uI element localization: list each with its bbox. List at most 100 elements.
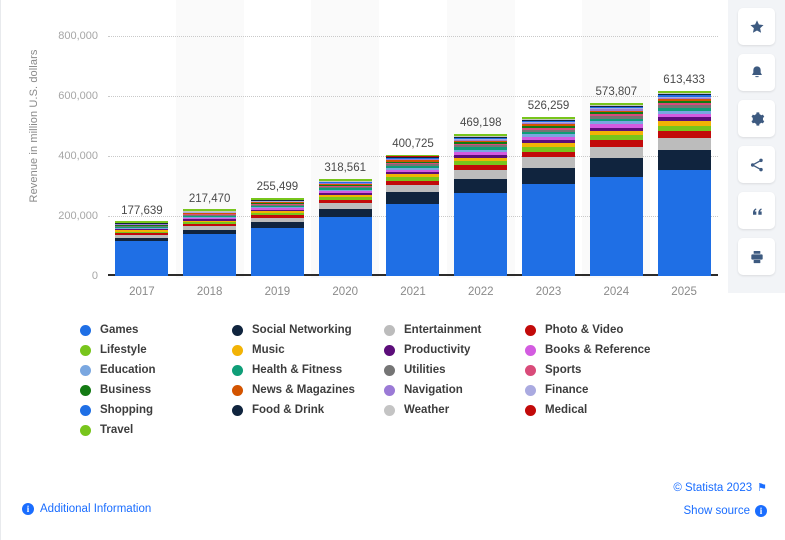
notify-button[interactable] [738, 54, 775, 91]
bar-segment[interactable] [657, 103, 711, 106]
bar-segment[interactable] [250, 211, 304, 213]
bar-segment[interactable] [589, 110, 643, 113]
legend-item[interactable]: Shopping [80, 400, 156, 420]
bar-segment[interactable] [589, 127, 643, 132]
bar-segment[interactable] [115, 241, 169, 276]
bar-segment[interactable] [454, 143, 508, 146]
bar-segment[interactable] [454, 157, 508, 161]
bar-segment[interactable] [183, 209, 237, 211]
bar-segment[interactable] [250, 217, 304, 222]
bar-segment[interactable] [522, 143, 576, 148]
bar-segment[interactable] [250, 209, 304, 212]
bar-segment[interactable] [250, 221, 304, 228]
bar-segment[interactable] [522, 139, 576, 144]
bar-segment[interactable] [454, 179, 508, 194]
bar-segment[interactable] [386, 177, 440, 181]
legend-item[interactable]: Entertainment [384, 320, 481, 340]
bar-segment[interactable] [522, 167, 576, 184]
bar-segment[interactable] [657, 117, 711, 122]
bar-segment[interactable] [386, 174, 440, 178]
bar-group[interactable]: 255,499 2019 [244, 36, 312, 298]
share-button[interactable] [738, 146, 775, 183]
bar-segment[interactable] [386, 164, 440, 166]
bar-segment[interactable] [522, 151, 576, 158]
legend-item[interactable]: News & Magazines [232, 380, 355, 400]
bar-segment[interactable] [318, 191, 372, 193]
legend-item[interactable]: Books & Reference [525, 340, 650, 360]
legend-item[interactable]: Productivity [384, 340, 481, 360]
legend-item[interactable]: Lifestyle [80, 340, 156, 360]
bar-segment[interactable] [250, 212, 304, 216]
bar-segment[interactable] [522, 136, 576, 140]
legend-item[interactable]: Navigation [384, 380, 481, 400]
bar-segment[interactable] [522, 147, 576, 152]
bar-group[interactable]: 526,259 2023 [515, 36, 583, 298]
cite-button[interactable] [738, 192, 775, 229]
bar-segment[interactable] [454, 165, 508, 171]
bar-group[interactable]: 318,561 2020 [311, 36, 379, 298]
bar-segment[interactable] [386, 154, 440, 157]
legend-item[interactable]: Photo & Video [525, 320, 650, 340]
bar-segment[interactable] [454, 160, 508, 166]
bar-segment[interactable] [454, 145, 508, 148]
bar-segment[interactable] [386, 184, 440, 193]
bar-segment[interactable] [657, 91, 711, 93]
bar-segment[interactable] [657, 114, 711, 118]
bar-group[interactable]: 217,470 2018 [176, 36, 244, 298]
legend-item[interactable]: Education [80, 360, 156, 380]
bar-segment[interactable] [589, 102, 643, 105]
bar-segment[interactable] [386, 169, 440, 172]
bar-segment[interactable] [454, 142, 508, 144]
bar-segment[interactable] [318, 188, 372, 190]
bar-segment[interactable] [318, 208, 372, 217]
bar-segment[interactable] [657, 99, 711, 102]
bar-segment[interactable] [250, 215, 304, 218]
bar-segment[interactable] [454, 170, 508, 180]
bar-segment[interactable] [386, 180, 440, 185]
bar-segment[interactable] [522, 157, 576, 168]
bar-segment[interactable] [454, 147, 508, 150]
legend-item[interactable]: Travel [80, 420, 156, 440]
bar-segment[interactable] [318, 197, 372, 200]
bar-segment[interactable] [522, 124, 576, 126]
bar-segment[interactable] [657, 121, 711, 126]
print-button[interactable] [738, 238, 775, 275]
bar-segment[interactable] [183, 223, 237, 226]
bar-segment[interactable] [589, 118, 643, 122]
bar-segment[interactable] [657, 137, 711, 151]
bar-segment[interactable] [522, 131, 576, 135]
legend-item[interactable]: Medical [525, 400, 650, 420]
bar-segment[interactable] [589, 114, 643, 117]
bar-segment[interactable] [318, 193, 372, 196]
bar-segment[interactable] [386, 162, 440, 165]
bar-segment[interactable] [318, 189, 372, 192]
additional-information-link[interactable]: i Additional Information [22, 503, 151, 515]
bar-segment[interactable] [183, 220, 237, 223]
bar-segment[interactable] [115, 221, 169, 223]
bar-segment[interactable] [589, 112, 643, 115]
bar-segment[interactable] [318, 216, 372, 276]
bar-segment[interactable] [657, 97, 711, 100]
bar-segment[interactable] [657, 131, 711, 138]
bar-segment[interactable] [589, 158, 643, 177]
favorite-button[interactable] [738, 8, 775, 45]
bar-segment[interactable] [657, 101, 711, 104]
bar-segment[interactable] [318, 195, 372, 198]
bar-segment[interactable] [454, 134, 508, 136]
bar-segment[interactable] [318, 203, 372, 209]
bar-segment[interactable] [522, 125, 576, 128]
bar-group[interactable]: 573,807 2024 [582, 36, 650, 298]
bar-segment[interactable] [522, 134, 576, 137]
bar-segment[interactable] [183, 226, 237, 230]
bar-segment[interactable] [589, 140, 643, 147]
bar-segment[interactable] [183, 222, 237, 224]
bar-segment[interactable] [522, 127, 576, 130]
bar-segment[interactable] [386, 171, 440, 175]
legend-item[interactable]: Business [80, 380, 156, 400]
legend-item[interactable]: Utilities [384, 360, 481, 380]
bar-segment[interactable] [589, 121, 643, 125]
bar-segment[interactable] [657, 150, 711, 171]
bar-segment[interactable] [589, 135, 643, 141]
bar-group[interactable]: 613,433 2025 [650, 36, 718, 298]
bar-segment[interactable] [522, 117, 576, 119]
